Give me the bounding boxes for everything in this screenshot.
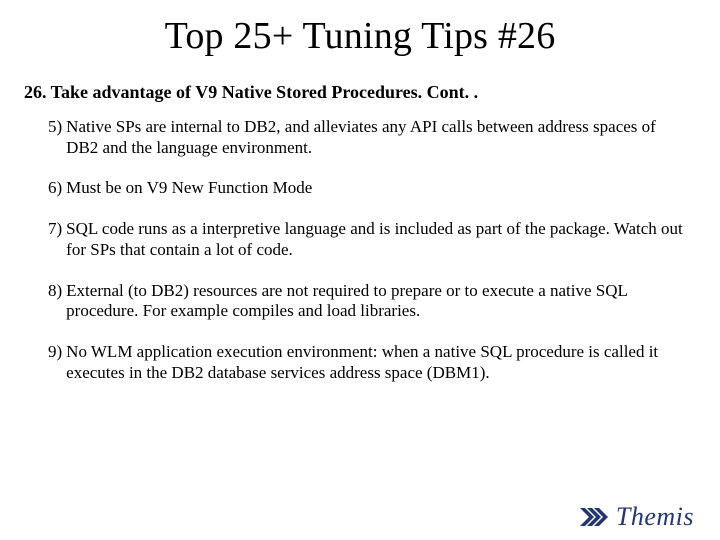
list-item: 5) Native SPs are internal to DB2, and a… xyxy=(48,117,684,158)
item-text: External (to DB2) resources are not requ… xyxy=(66,281,684,322)
list-item: 7) SQL code runs as a interpretive langu… xyxy=(48,219,684,260)
item-text: Native SPs are internal to DB2, and alle… xyxy=(66,117,684,158)
item-number: 5) xyxy=(48,117,66,158)
list-item: 9) No WLM application execution environm… xyxy=(48,342,684,383)
item-number: 9) xyxy=(48,342,66,383)
section-heading: 26. Take advantage of V9 Native Stored P… xyxy=(24,82,720,103)
list-item: 6) Must be on V9 New Function Mode xyxy=(48,178,684,199)
brand-logo: Themis xyxy=(580,502,694,532)
item-text: SQL code runs as a interpretive language… xyxy=(66,219,684,260)
item-number: 7) xyxy=(48,219,66,260)
slide: Top 25+ Tuning Tips #26 26. Take advanta… xyxy=(0,0,720,540)
item-text: No WLM application execution environment… xyxy=(66,342,684,383)
item-list: 5) Native SPs are internal to DB2, and a… xyxy=(48,117,684,384)
item-number: 6) xyxy=(48,178,66,199)
logo-text: Themis xyxy=(616,502,694,532)
item-number: 8) xyxy=(48,281,66,322)
slide-title: Top 25+ Tuning Tips #26 xyxy=(0,0,720,58)
list-item: 8) External (to DB2) resources are not r… xyxy=(48,281,684,322)
logo-icon xyxy=(580,504,610,530)
item-text: Must be on V9 New Function Mode xyxy=(66,178,684,199)
